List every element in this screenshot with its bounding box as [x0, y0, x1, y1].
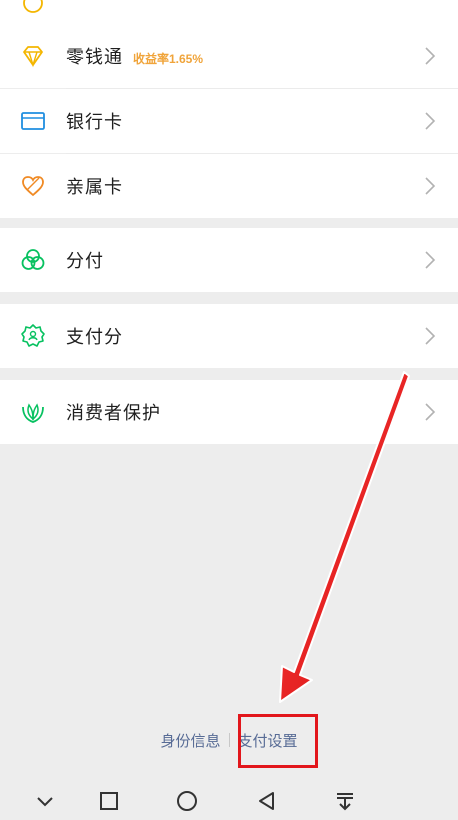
chevron-right-icon: [425, 177, 436, 195]
menu-item-label: 分付: [66, 251, 104, 271]
section-gap: [0, 292, 458, 304]
menu-item-consumer-protection[interactable]: 消费者保护: [0, 380, 458, 444]
split-pay-icon: [20, 247, 46, 273]
menu-item-bank-card[interactable]: 银行卡: [0, 89, 458, 153]
notification-pull-down-icon[interactable]: [332, 788, 358, 814]
identity-info-link[interactable]: 身份信息: [160, 730, 220, 751]
menu-item-label: 零钱通: [66, 47, 123, 67]
chevron-right-icon: [425, 47, 436, 65]
consumer-protection-icon: [20, 399, 46, 425]
pay-score-icon: [20, 323, 46, 349]
home-icon[interactable]: [174, 788, 200, 814]
back-icon[interactable]: [254, 788, 280, 814]
chevron-down-icon[interactable]: [32, 788, 58, 814]
bank-card-icon: [20, 108, 46, 134]
menu-item-partial[interactable]: [0, 0, 458, 24]
system-nav-bar: [0, 780, 458, 820]
chevron-right-icon: [425, 327, 436, 345]
chevron-right-icon: [425, 112, 436, 130]
link-separator: [228, 733, 230, 747]
menu-item-label: 支付分: [66, 327, 123, 347]
section-gap: [0, 368, 458, 380]
menu-item-family-card[interactable]: 亲属卡: [0, 154, 458, 218]
menu-item-fenfu[interactable]: 分付: [0, 228, 458, 292]
menu-item-label: 消费者保护: [66, 403, 161, 423]
footer-links: 身份信息 支付设置: [0, 727, 458, 753]
menu-item-pay-score[interactable]: 支付分: [0, 304, 458, 368]
annotation-highlight-box: [238, 714, 318, 768]
coin-icon: [20, 0, 46, 24]
chevron-right-icon: [425, 403, 436, 421]
diamond-icon: [20, 43, 46, 69]
recent-apps-icon[interactable]: [96, 788, 122, 814]
yield-badge: 收益率1.65%: [133, 52, 204, 66]
family-card-icon: [20, 173, 46, 199]
menu-item-lingqiantong[interactable]: 零钱通 收益率1.65%: [0, 24, 458, 88]
section-gap: [0, 218, 458, 228]
menu-item-label: 亲属卡: [66, 177, 123, 197]
chevron-right-icon: [425, 251, 436, 269]
menu-item-label: 银行卡: [66, 112, 123, 132]
